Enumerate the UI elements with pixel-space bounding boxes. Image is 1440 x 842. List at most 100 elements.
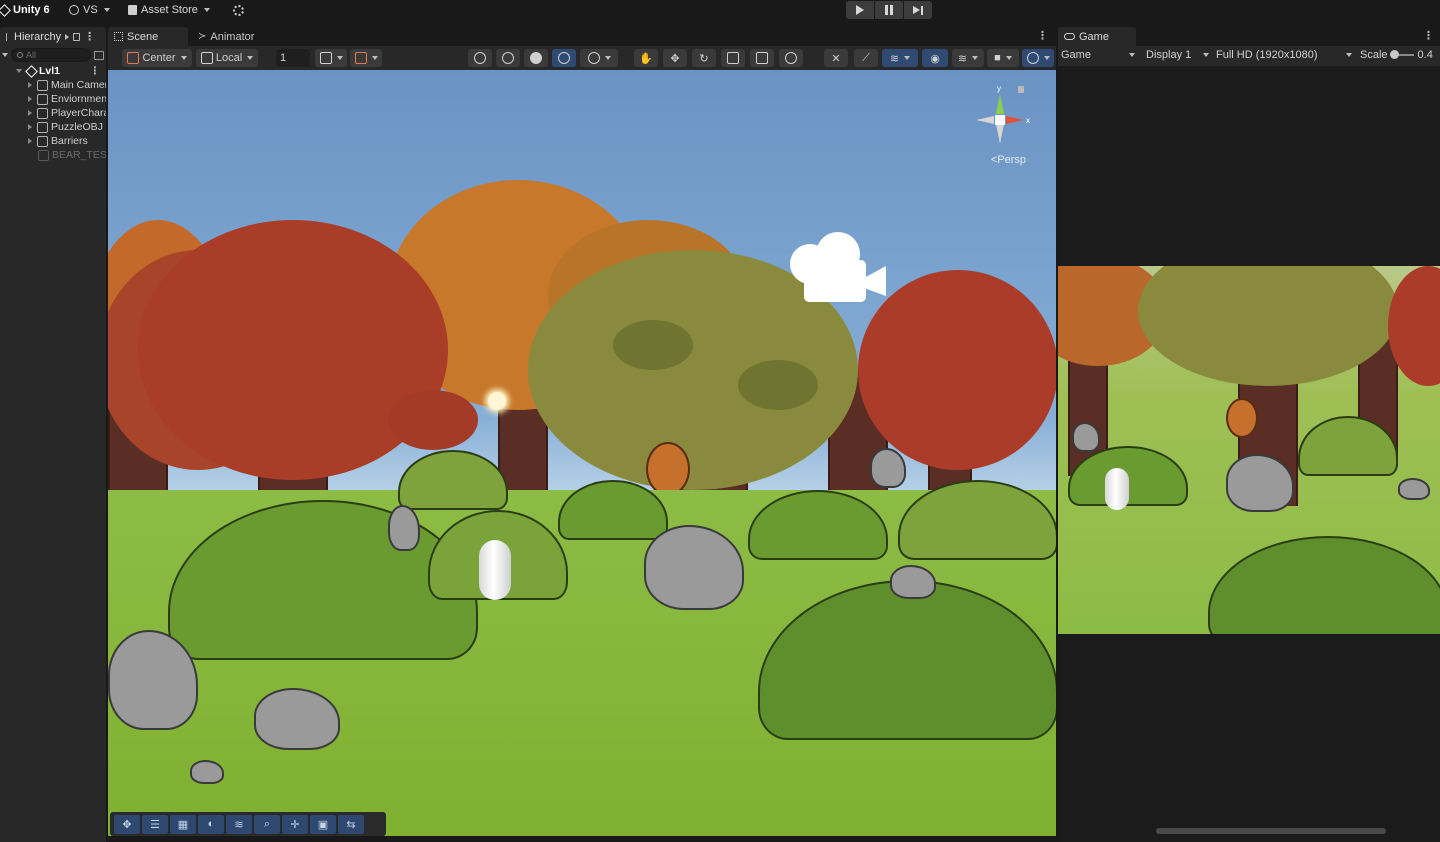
add-dropdown-icon[interactable] <box>2 53 8 57</box>
list-item[interactable]: PlayerCharacter <box>0 106 106 120</box>
game-panel: Game ⋮ Game Display 1 Full HD (1920x1080… <box>1058 26 1440 842</box>
camera-overlay-icon[interactable]: ▣ <box>310 814 336 834</box>
unity-menu[interactable]: Unity 6 <box>0 0 50 20</box>
chevron-down-icon <box>604 56 611 60</box>
pivot-mode-dropdown[interactable]: Center <box>122 49 192 67</box>
draw-mode-lit-button[interactable] <box>552 49 576 67</box>
fold-closed-icon[interactable] <box>28 96 32 102</box>
pivot-overlay-icon[interactable]: ✛ <box>282 814 308 834</box>
zoom-overlay-icon[interactable]: ⌕ <box>254 814 280 834</box>
space-mode-dropdown[interactable]: Local <box>196 49 258 67</box>
more-options-icon[interactable]: ⋮ <box>1423 29 1434 42</box>
draw-mode-shaded-button[interactable] <box>524 49 548 67</box>
tab-animator[interactable]: ≻ Animator <box>192 27 260 46</box>
list-item[interactable]: Main Camera <box>0 78 106 92</box>
list-item-label: BEAR_TEST <box>52 149 106 161</box>
scale-tool-button[interactable] <box>721 49 745 67</box>
asset-store-menu[interactable]: Asset Store <box>128 0 210 20</box>
chevron-down-icon <box>1129 53 1135 57</box>
snap-value: 1 <box>280 52 287 64</box>
stack-dropdown[interactable]: ≋ <box>952 49 984 67</box>
list-item[interactable]: PuzzleOBJ <box>0 120 106 134</box>
rotate-tool-button[interactable]: ↻ <box>692 49 716 67</box>
account-label: VS <box>83 4 98 16</box>
move-overlay-icon[interactable]: ✥ <box>114 814 140 834</box>
scene-visibility-button[interactable]: ◉ <box>922 49 948 67</box>
more-options-icon[interactable]: ⋮ <box>90 65 101 77</box>
account-menu[interactable]: VS <box>69 0 110 20</box>
scene-root-item[interactable]: Lvl1 ⋮ <box>0 64 106 78</box>
tab-scene[interactable]: Scene <box>108 27 188 46</box>
gizmos-dropdown[interactable] <box>1022 49 1054 67</box>
list-item[interactable]: BEAR_TEST <box>0 148 106 162</box>
increment-snap-button[interactable] <box>350 49 382 67</box>
toggle-2d-button[interactable]: ✕ <box>824 49 848 67</box>
camera-gizmo-icon[interactable] <box>784 230 888 304</box>
scene-viewport[interactable]: y x <Persp ✥ ☰ ▦ ◐ ≋ ⌕ ✛ ▣ ⇆ <box>108 70 1056 836</box>
rock <box>1398 478 1430 500</box>
player-capsule[interactable] <box>479 540 511 600</box>
display-dropdown[interactable]: Display 1 <box>1146 49 1210 61</box>
camera-settings-dropdown[interactable]: ■ <box>987 49 1019 67</box>
shuffle-overlay-icon[interactable]: ⇆ <box>338 814 364 834</box>
chevron-down-icon <box>371 56 378 60</box>
audio-off-icon: ✕ <box>831 52 841 65</box>
draw-mode-wireframe-button[interactable] <box>468 49 492 67</box>
light-gizmo-icon[interactable] <box>488 392 506 410</box>
scale-slider[interactable] <box>1389 50 1414 59</box>
lighting-overlay-icon[interactable]: ◐ <box>198 814 224 834</box>
grid-snap-button[interactable] <box>315 49 347 67</box>
pause-icon <box>885 5 893 15</box>
layers-dropdown[interactable]: ≋ <box>882 49 918 67</box>
tab-hierarchy[interactable]: Hierarchy ⋮ <box>0 27 106 46</box>
step-button[interactable] <box>904 1 932 19</box>
player-capsule <box>1105 468 1129 510</box>
toggle-effects-button[interactable]: ⟋ <box>854 49 878 67</box>
resolution-dropdown[interactable]: Full HD (1920x1080) <box>1216 49 1352 61</box>
lock-icon[interactable] <box>73 32 81 41</box>
projection-toggle[interactable]: <Persp <box>991 154 1026 166</box>
layers-overlay-icon[interactable]: ≋ <box>226 814 252 834</box>
list-item[interactable]: Barriers <box>0 134 106 148</box>
stack-icon: ≋ <box>957 52 968 65</box>
tree-foliage <box>388 390 478 450</box>
transform-tool-button[interactable] <box>779 49 803 67</box>
projection-label: Persp <box>997 154 1026 166</box>
more-options-icon[interactable]: ⋮ <box>84 30 95 43</box>
pause-button[interactable] <box>875 1 903 19</box>
horizontal-scrollbar[interactable] <box>1156 828 1386 834</box>
fold-closed-icon[interactable] <box>28 110 32 116</box>
chevron-down-icon <box>904 56 911 60</box>
rect-icon <box>756 52 768 64</box>
fold-closed-icon[interactable] <box>28 138 32 144</box>
list-item-label: PlayerCharacter <box>51 107 106 119</box>
chevron-down-icon <box>1203 53 1210 57</box>
fold-open-icon[interactable] <box>16 69 22 73</box>
game-mode-dropdown[interactable]: Game <box>1061 49 1135 61</box>
grid-overlay-icon[interactable]: ▦ <box>170 814 196 834</box>
snap-value-field[interactable]: 1 <box>276 49 310 67</box>
align-overlay-icon[interactable]: ☰ <box>142 814 168 834</box>
play-button[interactable] <box>846 1 874 19</box>
game-viewport[interactable] <box>1058 266 1440 634</box>
animator-tab-label: Animator <box>210 30 255 43</box>
search-placeholder: All <box>26 50 37 60</box>
filter-icon[interactable] <box>94 50 104 60</box>
rect-tool-button[interactable] <box>750 49 774 67</box>
chevron-down-icon <box>180 56 187 60</box>
settings-button[interactable] <box>233 0 244 20</box>
scale-slider-handle[interactable] <box>1389 50 1399 59</box>
debug-draw-dropdown[interactable] <box>580 49 618 67</box>
view-tool-button[interactable]: ✋ <box>634 49 658 67</box>
cube-icon <box>200 52 213 64</box>
draw-mode-shaded-wire-button[interactable] <box>496 49 520 67</box>
search-input[interactable]: All <box>11 48 91 62</box>
tab-game[interactable]: Game <box>1058 27 1136 46</box>
fold-closed-icon[interactable] <box>28 124 32 130</box>
scene-toolbar: Center Local 1 ✋ ✥ ↻ ✕ ⟋ ≋ ◉ ≋ ■ <box>108 46 1056 70</box>
move-tool-button[interactable]: ✥ <box>663 49 687 67</box>
chevron-down-icon <box>103 8 110 12</box>
fold-closed-icon[interactable] <box>28 82 32 88</box>
more-options-icon[interactable]: ⋮ <box>1037 29 1048 42</box>
list-item[interactable]: Enviornment <box>0 92 106 106</box>
